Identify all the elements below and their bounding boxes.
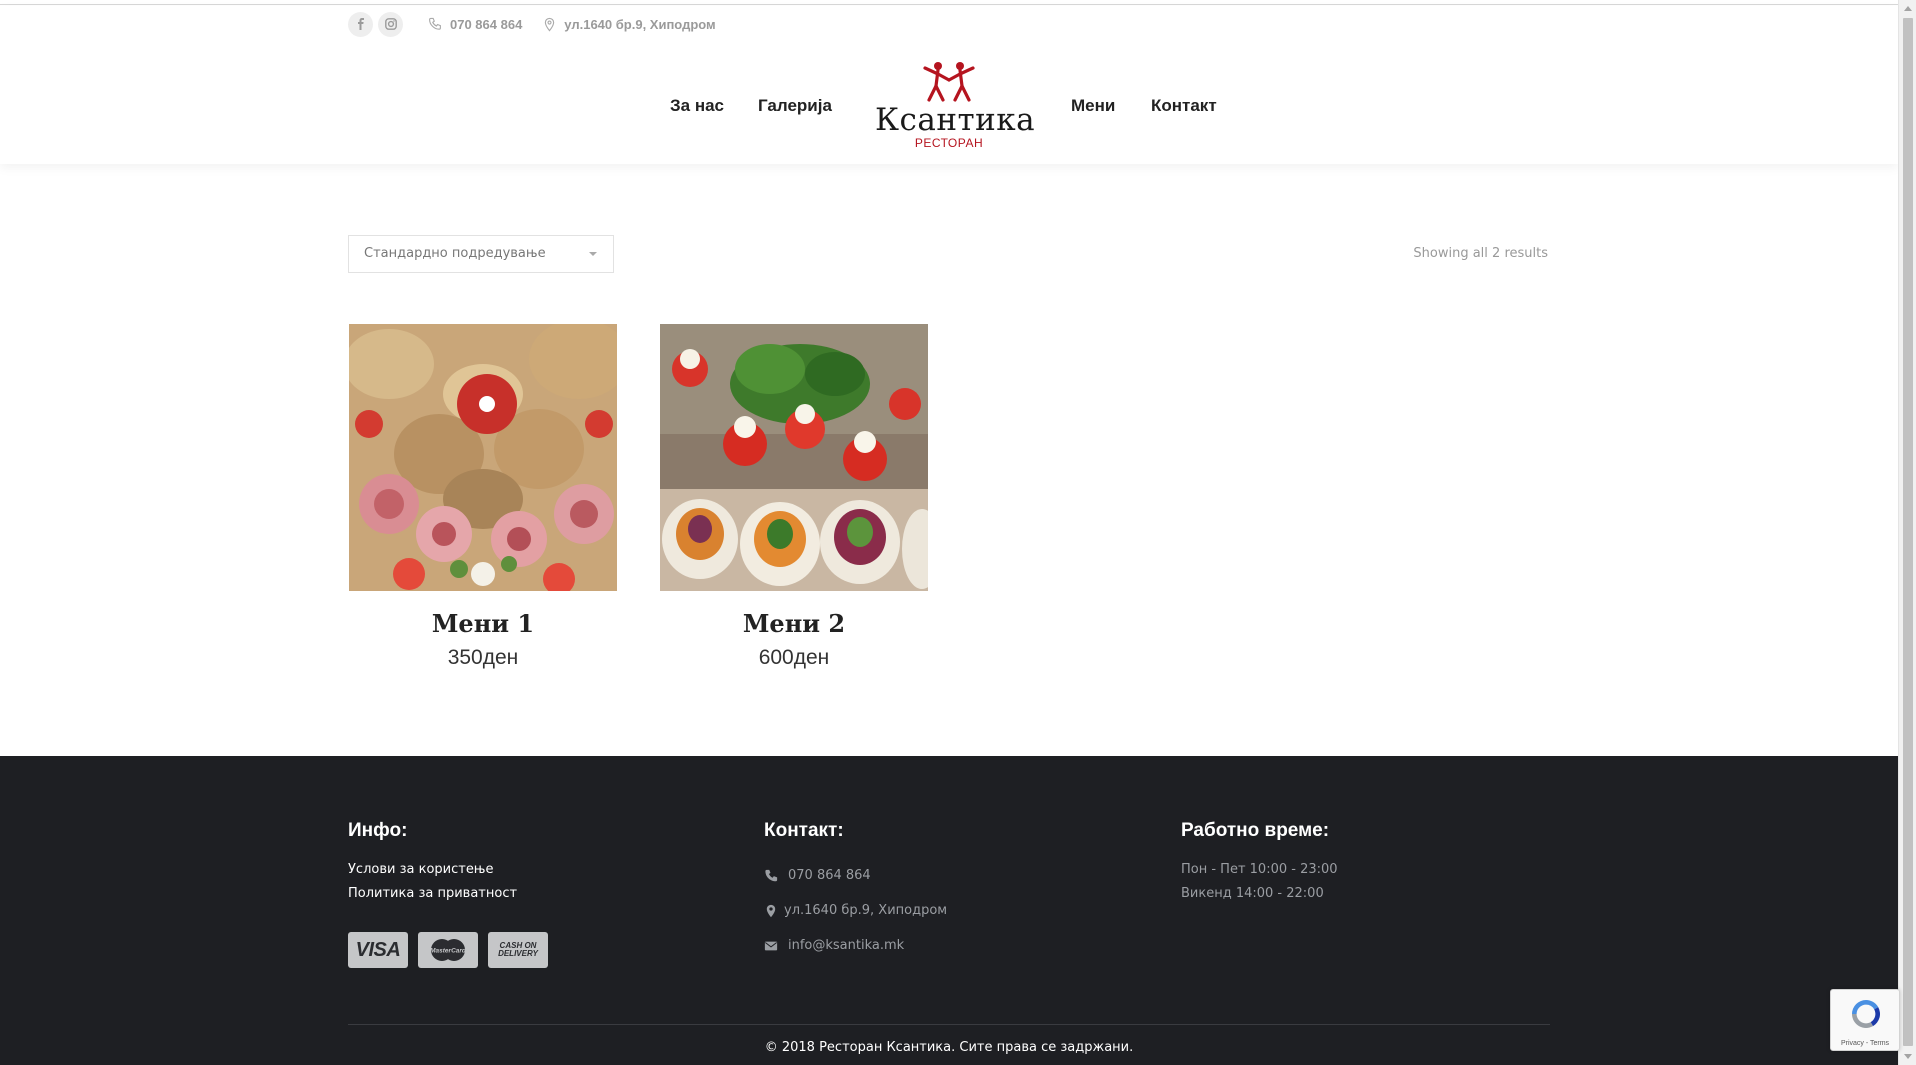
product-card[interactable]: Мени 1 350ден — [349, 324, 617, 670]
topbar-address: ул.1640 бр.9, Хиподром — [542, 16, 716, 32]
location-pin-icon — [766, 904, 776, 917]
product-name[interactable]: Мени 1 — [349, 609, 617, 638]
hours-weekdays: Пон - Пет 10:00 - 23:00 — [1181, 862, 1338, 877]
cash-on-delivery-icon: CASH ON DELIVERY — [488, 932, 548, 968]
footer-hours-heading: Работно време: — [1181, 820, 1330, 841]
privacy-link[interactable]: Политика за приватност — [348, 882, 558, 906]
recaptcha-links[interactable]: Privacy - Terms — [1831, 1040, 1899, 1047]
topbar-phone-text: 070 864 864 — [450, 16, 523, 32]
recaptcha-icon — [1852, 1000, 1881, 1028]
visa-card-icon: VISA — [348, 932, 408, 968]
footer-hours-column: Работно време: Пон - Пет 10:00 - 23:00 В… — [1181, 820, 1338, 906]
hours-weekend: Викенд 14:00 - 22:00 — [1181, 886, 1324, 901]
copyright-text: © 2018 Ресторан Ксантика. Сите права се … — [764, 1040, 1134, 1055]
footer-address-text: ул.1640 бр.9, Хиподром — [784, 903, 948, 918]
footer-email-text: info@ksantika.mk — [788, 938, 905, 953]
nav-item-contact[interactable]: Контакт — [1151, 96, 1217, 116]
chevron-down-icon — [589, 252, 597, 256]
scrollbar-thumb[interactable] — [1903, 18, 1913, 1046]
site-logo[interactable]: Ксантика РЕСТОРАН — [875, 60, 1036, 152]
results-count: Showing all 2 results — [1413, 246, 1548, 261]
product-price: 350ден — [447, 646, 519, 669]
site-header: 070 864 864 ул.1640 бр.9, Хиподром За на… — [0, 6, 1898, 164]
scroll-up-arrow-icon[interactable] — [1904, 6, 1912, 11]
nav-item-about[interactable]: За нас — [670, 96, 724, 116]
nav-item-gallery[interactable]: Галерија — [758, 96, 832, 116]
footer-contact-column: Контакт: 070 864 864 ул.1640 бр.9, Хипод… — [764, 820, 947, 963]
topbar-phone[interactable]: 070 864 864 — [428, 17, 522, 32]
product-image[interactable] — [660, 324, 928, 591]
instagram-icon[interactable] — [378, 11, 403, 37]
location-pin-icon — [545, 17, 555, 31]
facebook-icon[interactable] — [348, 11, 373, 37]
footer-info-column: Инфо: Услови за користење Политика за пр… — [348, 820, 558, 968]
svg-text:MasterCard: MasterCard — [430, 948, 467, 955]
footer-phone-text: 070 864 864 — [788, 868, 871, 883]
top-bar: 070 864 864 ул.1640 бр.9, Хиподром — [348, 11, 716, 37]
payment-cards: VISA MasterCard CASH ON DELIVERY — [348, 932, 558, 968]
product-name[interactable]: Мени 2 — [660, 609, 928, 638]
product-card[interactable]: Мени 2 600ден — [660, 324, 928, 670]
footer-contact-heading: Контакт: — [764, 820, 844, 841]
scroll-down-arrow-icon[interactable] — [1904, 1054, 1912, 1059]
sort-select[interactable]: Стандардно подредување — [348, 235, 614, 273]
envelope-icon — [764, 941, 778, 950]
dancers-logo-icon — [923, 62, 975, 102]
nav-item-menu[interactable]: Мени — [1071, 96, 1115, 116]
vertical-scrollbar[interactable] — [1898, 0, 1916, 1065]
phone-icon — [765, 869, 778, 881]
sort-select-value: Стандардно подредување — [364, 246, 546, 261]
page: 070 864 864 ул.1640 бр.9, Хиподром За на… — [0, 0, 1916, 1065]
phone-icon — [429, 17, 441, 30]
logo-title: Ксантика — [875, 102, 1036, 138]
product-image[interactable] — [349, 324, 617, 591]
logo-subtitle: РЕСТОРАН — [914, 136, 984, 150]
footer-phone[interactable]: 070 864 864 — [764, 858, 947, 893]
product-price: 600ден — [758, 646, 830, 669]
footer-divider — [348, 1024, 1550, 1025]
recaptcha-badge[interactable]: Privacy - Terms — [1830, 989, 1900, 1051]
mastercard-icon: MasterCard — [418, 932, 478, 968]
topbar-address-text: ул.1640 бр.9, Хиподром — [564, 16, 716, 32]
site-footer: Инфо: Услови за користење Политика за пр… — [0, 756, 1898, 1065]
footer-address: ул.1640 бр.9, Хиподром — [764, 893, 947, 928]
footer-info-heading: Инфо: — [348, 820, 408, 841]
footer-email[interactable]: info@ksantika.mk — [764, 928, 947, 963]
terms-link[interactable]: Услови за користење — [348, 858, 558, 882]
top-border — [0, 0, 1898, 5]
